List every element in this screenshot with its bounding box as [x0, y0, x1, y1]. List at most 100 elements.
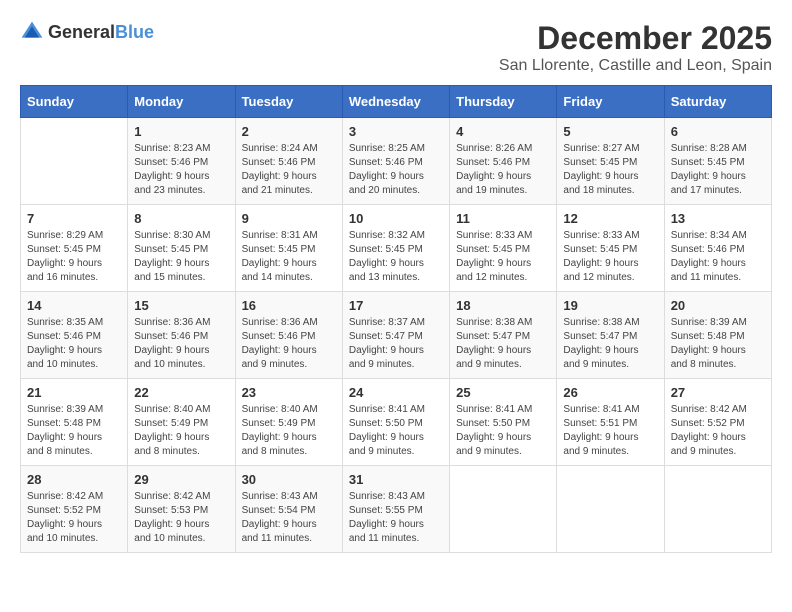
calendar-cell: 11 Sunrise: 8:33 AMSunset: 5:45 PMDayligh…: [450, 205, 557, 292]
page-header: GeneralBlue December 2025 San Llorente, …: [20, 20, 772, 75]
calendar-cell: 27 Sunrise: 8:42 AMSunset: 5:52 PMDayligh…: [664, 379, 771, 466]
logo-text-blue: Blue: [115, 22, 154, 42]
column-header-wednesday: Wednesday: [342, 86, 449, 118]
calendar-cell: 13 Sunrise: 8:34 AMSunset: 5:46 PMDayligh…: [664, 205, 771, 292]
day-info: Sunrise: 8:43 AMSunset: 5:55 PMDaylight:…: [349, 490, 443, 546]
day-info: Sunrise: 8:37 AMSunset: 5:47 PMDaylight:…: [349, 316, 443, 372]
calendar-cell: 8 Sunrise: 8:30 AMSunset: 5:45 PMDaylight…: [128, 205, 235, 292]
calendar-cell: 2Sunrise: 8:24 AMSunset: 5:46 PMDaylight…: [235, 118, 342, 205]
day-number: 24: [349, 385, 443, 400]
calendar-cell: 19Sunrise: 8:38 AMSunset: 5:47 PMDayligh…: [557, 292, 664, 379]
logo: GeneralBlue: [20, 20, 154, 44]
calendar-cell: 26 Sunrise: 8:41 AMSunset: 5:51 PMDayligh…: [557, 379, 664, 466]
day-info: Sunrise: 8:38 AMSunset: 5:47 PMDaylight:…: [456, 316, 550, 372]
day-info: Sunrise: 8:25 AMSunset: 5:46 PMDaylight:…: [349, 142, 443, 198]
day-number: 11: [456, 211, 550, 226]
day-info: Sunrise: 8:39 AMSunset: 5:48 PMDaylight:…: [27, 403, 121, 459]
day-info: Sunrise: 8:42 AMSunset: 5:52 PMDaylight:…: [27, 490, 121, 546]
column-header-thursday: Thursday: [450, 86, 557, 118]
calendar-week-row: 1 Sunrise: 8:23 AMSunset: 5:46 PMDaylight…: [21, 118, 772, 205]
calendar-cell: 1 Sunrise: 8:23 AMSunset: 5:46 PMDaylight…: [128, 118, 235, 205]
day-number: 7: [27, 211, 121, 226]
day-info: Sunrise: 8:30 AMSunset: 5:45 PMDaylight:…: [134, 229, 228, 285]
calendar-week-row: 21 Sunrise: 8:39 AMSunset: 5:48 PMDayligh…: [21, 379, 772, 466]
calendar-week-row: 7 Sunrise: 8:29 AMSunset: 5:45 PMDaylight…: [21, 205, 772, 292]
day-number: 27: [671, 385, 765, 400]
calendar-week-row: 28 Sunrise: 8:42 AMSunset: 5:52 PMDayligh…: [21, 466, 772, 553]
day-number: 8: [134, 211, 228, 226]
day-info: Sunrise: 8:29 AMSunset: 5:45 PMDaylight:…: [27, 229, 121, 285]
calendar-cell: 16 Sunrise: 8:36 AMSunset: 5:46 PMDayligh…: [235, 292, 342, 379]
calendar-cell: 7 Sunrise: 8:29 AMSunset: 5:45 PMDaylight…: [21, 205, 128, 292]
day-number: 16: [242, 298, 336, 313]
calendar-cell: 23Sunrise: 8:40 AMSunset: 5:49 PMDayligh…: [235, 379, 342, 466]
day-number: 3: [349, 124, 443, 139]
column-header-sunday: Sunday: [21, 86, 128, 118]
day-info: Sunrise: 8:34 AMSunset: 5:46 PMDaylight:…: [671, 229, 765, 285]
day-number: 30: [242, 472, 336, 487]
calendar-week-row: 14 Sunrise: 8:35 AMSunset: 5:46 PMDayligh…: [21, 292, 772, 379]
column-header-tuesday: Tuesday: [235, 86, 342, 118]
day-number: 14: [27, 298, 121, 313]
calendar-cell: 20 Sunrise: 8:39 AMSunset: 5:48 PMDayligh…: [664, 292, 771, 379]
column-header-monday: Monday: [128, 86, 235, 118]
calendar-cell: [557, 466, 664, 553]
calendar-cell: 18 Sunrise: 8:38 AMSunset: 5:47 PMDayligh…: [450, 292, 557, 379]
day-number: 5: [563, 124, 657, 139]
day-info: Sunrise: 8:36 AMSunset: 5:46 PMDaylight:…: [242, 316, 336, 372]
day-info: Sunrise: 8:41 AMSunset: 5:51 PMDaylight:…: [563, 403, 657, 459]
day-info: Sunrise: 8:35 AMSunset: 5:46 PMDaylight:…: [27, 316, 121, 372]
day-info: Sunrise: 8:33 AMSunset: 5:45 PMDaylight:…: [456, 229, 550, 285]
calendar-cell: 6 Sunrise: 8:28 AMSunset: 5:45 PMDaylight…: [664, 118, 771, 205]
calendar-cell: 24 Sunrise: 8:41 AMSunset: 5:50 PMDayligh…: [342, 379, 449, 466]
day-number: 2: [242, 124, 336, 139]
calendar-cell: [664, 466, 771, 553]
day-number: 20: [671, 298, 765, 313]
day-number: 6: [671, 124, 765, 139]
calendar-cell: 3 Sunrise: 8:25 AMSunset: 5:46 PMDaylight…: [342, 118, 449, 205]
calendar-cell: 25 Sunrise: 8:41 AMSunset: 5:50 PMDayligh…: [450, 379, 557, 466]
calendar-cell: 14 Sunrise: 8:35 AMSunset: 5:46 PMDayligh…: [21, 292, 128, 379]
day-info: Sunrise: 8:39 AMSunset: 5:48 PMDaylight:…: [671, 316, 765, 372]
day-info: Sunrise: 8:41 AMSunset: 5:50 PMDaylight:…: [349, 403, 443, 459]
day-number: 25: [456, 385, 550, 400]
day-number: 29: [134, 472, 228, 487]
day-info: Sunrise: 8:28 AMSunset: 5:45 PMDaylight:…: [671, 142, 765, 198]
day-number: 22: [134, 385, 228, 400]
day-number: 28: [27, 472, 121, 487]
calendar-cell: 30Sunrise: 8:43 AMSunset: 5:54 PMDayligh…: [235, 466, 342, 553]
day-number: 13: [671, 211, 765, 226]
calendar-cell: 22 Sunrise: 8:40 AMSunset: 5:49 PMDayligh…: [128, 379, 235, 466]
day-number: 31: [349, 472, 443, 487]
month-title: December 2025: [499, 20, 772, 57]
day-number: 12: [563, 211, 657, 226]
day-number: 9: [242, 211, 336, 226]
day-number: 10: [349, 211, 443, 226]
calendar-cell: 4 Sunrise: 8:26 AMSunset: 5:46 PMDaylight…: [450, 118, 557, 205]
calendar-cell: 10 Sunrise: 8:32 AMSunset: 5:45 PMDayligh…: [342, 205, 449, 292]
title-block: December 2025 San Llorente, Castille and…: [499, 20, 772, 75]
day-number: 4: [456, 124, 550, 139]
day-info: Sunrise: 8:41 AMSunset: 5:50 PMDaylight:…: [456, 403, 550, 459]
day-info: Sunrise: 8:33 AMSunset: 5:45 PMDaylight:…: [563, 229, 657, 285]
day-number: 15: [134, 298, 228, 313]
day-number: 26: [563, 385, 657, 400]
day-number: 23: [242, 385, 336, 400]
day-number: 19: [563, 298, 657, 313]
day-info: Sunrise: 8:32 AMSunset: 5:45 PMDaylight:…: [349, 229, 443, 285]
day-number: 1: [134, 124, 228, 139]
calendar-cell: 12 Sunrise: 8:33 AMSunset: 5:45 PMDayligh…: [557, 205, 664, 292]
calendar-cell: [21, 118, 128, 205]
day-info: Sunrise: 8:42 AMSunset: 5:52 PMDaylight:…: [671, 403, 765, 459]
day-info: Sunrise: 8:26 AMSunset: 5:46 PMDaylight:…: [456, 142, 550, 198]
calendar-header-row: SundayMondayTuesdayWednesdayThursdayFrid…: [21, 86, 772, 118]
day-info: Sunrise: 8:40 AMSunset: 5:49 PMDaylight:…: [134, 403, 228, 459]
calendar-cell: 31 Sunrise: 8:43 AMSunset: 5:55 PMDayligh…: [342, 466, 449, 553]
day-number: 21: [27, 385, 121, 400]
day-info: Sunrise: 8:23 AMSunset: 5:46 PMDaylight:…: [134, 142, 228, 198]
day-number: 17: [349, 298, 443, 313]
calendar-cell: 21 Sunrise: 8:39 AMSunset: 5:48 PMDayligh…: [21, 379, 128, 466]
logo-icon: [20, 20, 44, 44]
day-number: 18: [456, 298, 550, 313]
calendar-cell: 9Sunrise: 8:31 AMSunset: 5:45 PMDaylight…: [235, 205, 342, 292]
